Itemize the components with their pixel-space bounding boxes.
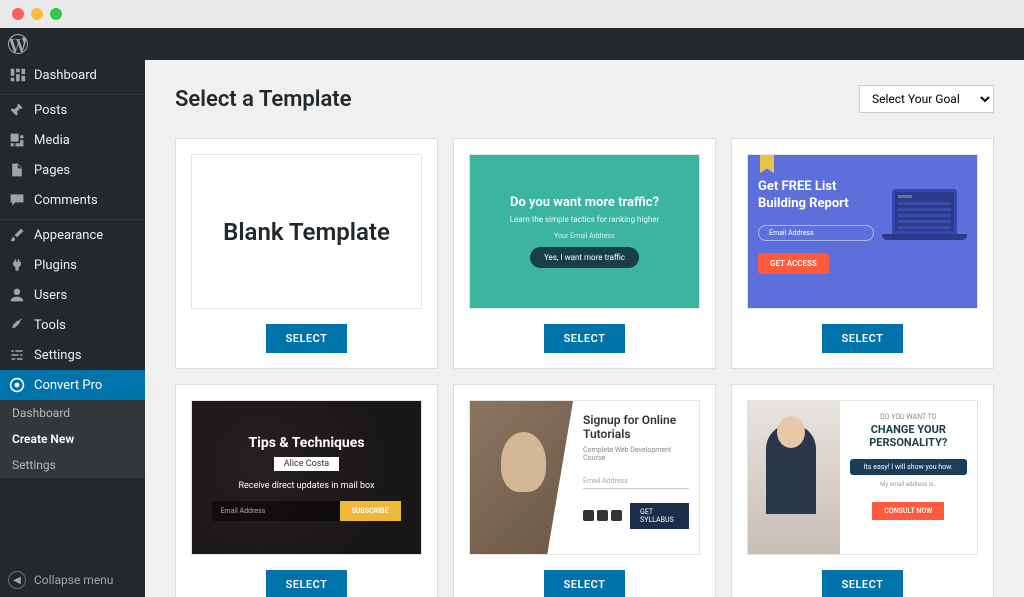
template-preview[interactable]: Blank Template	[191, 154, 422, 309]
template-preview[interactable]: Do you want more traffic? Learn the simp…	[469, 154, 700, 309]
sidebar-item-pages[interactable]: Pages	[0, 155, 145, 185]
preview-subtext: Complete Web Development Course	[583, 446, 689, 462]
user-icon	[8, 286, 26, 304]
main-content: Select a Template Select Your Goal Blank…	[145, 60, 1024, 597]
sidebar-item-label: Comments	[34, 193, 98, 208]
blank-template-label: Blank Template	[223, 218, 390, 246]
sidebar-item-settings[interactable]: Settings	[0, 340, 145, 370]
facebook-icon	[583, 510, 594, 521]
collapse-menu-button[interactable]: ◀ Collapse menu	[0, 563, 145, 597]
mac-close-button[interactable]	[12, 8, 24, 20]
mac-titlebar	[0, 0, 1024, 28]
preview-banner: Its easy! I will show you how.	[850, 459, 967, 475]
collapse-label: Collapse menu	[34, 573, 113, 587]
preview-subtext: Learn the simple tactics for ranking hig…	[510, 215, 660, 224]
preview-cta: Yes, I want more traffic	[530, 247, 639, 268]
pin-icon	[8, 101, 26, 119]
social-icons	[583, 510, 622, 521]
collapse-icon: ◀	[8, 571, 26, 589]
template-preview[interactable]: Signup for Online Tutorials Complete Web…	[469, 400, 700, 555]
wp-admin-bar	[0, 28, 1024, 60]
preview-heading: Tips & Techniques	[248, 435, 364, 451]
sidebar-item-label: Tools	[34, 318, 66, 333]
template-grid: Blank Template SELECT Do you want more t…	[175, 138, 994, 597]
select-button[interactable]: SELECT	[822, 324, 904, 353]
select-button[interactable]: SELECT	[266, 570, 348, 597]
sidebar-item-label: Appearance	[34, 228, 103, 243]
template-card-blank: Blank Template SELECT	[175, 138, 438, 369]
select-button[interactable]: SELECT	[266, 324, 348, 353]
sliders-icon	[8, 346, 26, 364]
preview-heading: Get FREE List Building Report	[758, 179, 874, 213]
sidebar-item-label: Dashboard	[34, 68, 97, 83]
sidebar-item-tools[interactable]: Tools	[0, 310, 145, 340]
template-card-traffic: Do you want more traffic? Learn the simp…	[453, 138, 716, 369]
google-icon	[611, 510, 622, 521]
preview-author: Alice Costa	[274, 457, 339, 471]
preview-email-input: Email Address	[212, 501, 339, 521]
select-button[interactable]: SELECT	[822, 570, 904, 597]
preview-photo	[748, 401, 840, 554]
wordpress-logo-icon[interactable]	[8, 34, 28, 54]
sidebar-item-appearance[interactable]: Appearance	[0, 220, 145, 250]
preview-email-label: My email address is..	[850, 481, 967, 488]
submenu-item-dashboard[interactable]: Dashboard	[0, 400, 145, 426]
template-preview[interactable]: DO YOU WANT TO CHANGE YOUR PERSONALITY? …	[747, 400, 978, 555]
submenu-item-settings[interactable]: Settings	[0, 452, 145, 478]
preview-cta: SUBSCRIBE	[340, 501, 401, 521]
sidebar-item-label: Convert Pro	[34, 378, 102, 393]
wrench-icon	[8, 316, 26, 334]
plug-icon	[8, 256, 26, 274]
laptop-icon	[882, 189, 967, 259]
sidebar-item-label: Posts	[34, 103, 67, 118]
select-button[interactable]: SELECT	[544, 324, 626, 353]
sidebar-item-posts[interactable]: Posts	[0, 95, 145, 125]
sidebar-item-label: Pages	[34, 163, 70, 178]
page-title: Select a Template	[175, 87, 352, 112]
sidebar-submenu: Dashboard Create New Settings	[0, 400, 145, 478]
sidebar-item-label: Media	[34, 133, 70, 148]
preview-cta: GET ACCESS	[758, 253, 829, 274]
media-icon	[8, 131, 26, 149]
preview-heading: Signup for Online Tutorials	[583, 413, 689, 442]
page-header: Select a Template Select Your Goal	[175, 85, 994, 113]
sidebar-item-plugins[interactable]: Plugins	[0, 250, 145, 280]
mac-maximize-button[interactable]	[50, 8, 62, 20]
preview-subtext: Receive direct updates in mail box	[238, 481, 374, 491]
sidebar-item-label: Settings	[34, 348, 81, 363]
preview-photo	[470, 401, 573, 554]
goal-select-dropdown[interactable]: Select Your Goal	[859, 85, 994, 113]
preview-email-input: Email Address	[758, 225, 874, 241]
sidebar-item-convert-pro[interactable]: Convert Pro	[0, 370, 145, 400]
target-icon	[8, 376, 26, 394]
select-button[interactable]: SELECT	[544, 570, 626, 597]
template-card-report: Get FREE List Building Report Email Addr…	[731, 138, 994, 369]
preview-cta: CONSULT NOW	[872, 502, 944, 520]
sidebar-item-dashboard[interactable]: Dashboard	[0, 60, 145, 90]
comment-icon	[8, 191, 26, 209]
sidebar-item-label: Users	[34, 288, 67, 303]
template-preview[interactable]: Get FREE List Building Report Email Addr…	[747, 154, 978, 309]
submenu-item-create-new[interactable]: Create New	[0, 426, 145, 452]
preview-email-label: Your Email Address	[554, 232, 615, 240]
preview-cta: GET SYLLABUS	[630, 503, 689, 529]
preview-heading: CHANGE YOUR PERSONALITY?	[850, 423, 967, 449]
brush-icon	[8, 226, 26, 244]
mac-minimize-button[interactable]	[31, 8, 43, 20]
sidebar-item-comments[interactable]: Comments	[0, 185, 145, 215]
dashboard-icon	[8, 66, 26, 84]
template-card-signup: Signup for Online Tutorials Complete Web…	[453, 384, 716, 597]
template-preview[interactable]: Tips & Techniques Alice Costa Receive di…	[191, 400, 422, 555]
linkedin-icon	[597, 510, 608, 521]
admin-sidebar: Dashboard Posts Media Pages Comments App…	[0, 60, 145, 597]
sidebar-item-users[interactable]: Users	[0, 280, 145, 310]
template-card-tips: Tips & Techniques Alice Costa Receive di…	[175, 384, 438, 597]
preview-email-input: Email Address	[583, 474, 689, 489]
template-card-change: DO YOU WANT TO CHANGE YOUR PERSONALITY? …	[731, 384, 994, 597]
sidebar-item-label: Plugins	[34, 258, 77, 273]
page-icon	[8, 161, 26, 179]
preview-question: DO YOU WANT TO	[850, 413, 967, 421]
sidebar-item-media[interactable]: Media	[0, 125, 145, 155]
preview-heading: Do you want more traffic?	[510, 195, 659, 210]
